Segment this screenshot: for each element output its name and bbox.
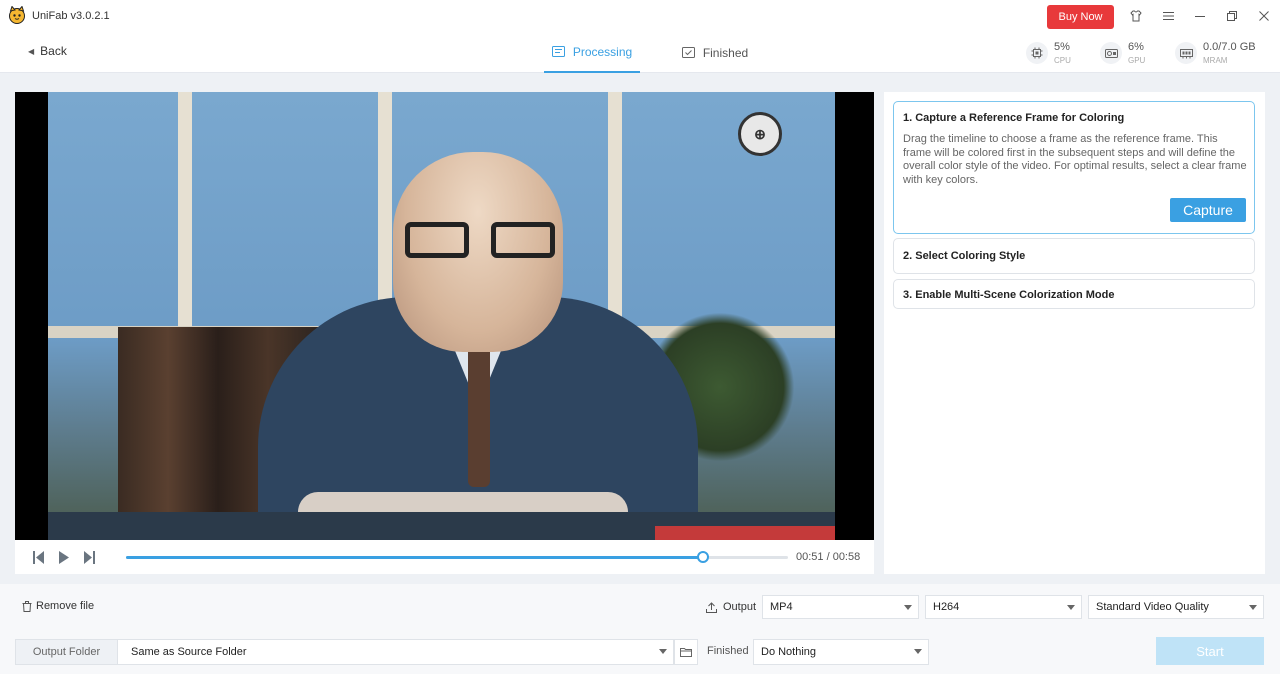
chevron-down-icon bbox=[914, 649, 922, 654]
processing-icon bbox=[551, 46, 565, 57]
next-frame-icon[interactable] bbox=[82, 549, 96, 565]
gpu-stat: 6% GPU bbox=[1100, 36, 1145, 70]
chevron-down-icon bbox=[1067, 605, 1075, 610]
format-select[interactable]: MP4 bbox=[762, 595, 919, 619]
gpu-value: 6% bbox=[1128, 41, 1144, 53]
time-display: 00:51 / 00:58 bbox=[796, 551, 861, 563]
timeline-handle[interactable] bbox=[697, 551, 710, 563]
step-title: 3. Enable Multi-Scene Colorization Mode bbox=[903, 289, 1115, 301]
memory-icon bbox=[1175, 42, 1197, 64]
skin-icon[interactable] bbox=[1126, 6, 1146, 26]
output-label-text: Output bbox=[723, 601, 757, 613]
remove-file-button[interactable]: Remove file bbox=[22, 600, 94, 612]
output-folder-value: Same as Source Folder bbox=[131, 646, 247, 658]
bottom-bar: Remove file Output MP4 H264 Standard Vid… bbox=[0, 584, 1280, 674]
step-description: Drag the timeline to choose a frame as t… bbox=[903, 133, 1247, 186]
hamburger-menu-icon[interactable] bbox=[1158, 6, 1178, 26]
output-folder-label: Output Folder bbox=[15, 639, 118, 665]
cpu-icon bbox=[1026, 42, 1048, 64]
step-capture-reference[interactable]: 1. Capture a Reference Frame for Colorin… bbox=[893, 101, 1255, 234]
nav-bar: ◀ Back Processing Finished 5% CPU 6% GPU… bbox=[0, 32, 1280, 73]
finished-icon bbox=[681, 47, 695, 58]
unifab-cat-logo-icon bbox=[9, 6, 25, 24]
channel-logo-icon: ⊕ bbox=[738, 112, 782, 156]
folder-icon bbox=[680, 648, 692, 657]
app-title: UniFab v3.0.2.1 bbox=[32, 10, 110, 22]
tab-label: Finished bbox=[702, 45, 749, 60]
step-multi-scene-mode[interactable]: 3. Enable Multi-Scene Colorization Mode bbox=[893, 279, 1255, 309]
tab-processing[interactable]: Processing bbox=[544, 32, 640, 73]
step-select-coloring-style[interactable]: 2. Select Coloring Style bbox=[893, 238, 1255, 274]
format-value: MP4 bbox=[770, 601, 793, 613]
timeline-progress bbox=[126, 556, 704, 559]
gpu-icon bbox=[1100, 42, 1122, 64]
output-label: Output bbox=[706, 601, 756, 613]
quality-value: Standard Video Quality bbox=[1096, 601, 1209, 613]
back-button[interactable]: ◀ Back bbox=[28, 44, 67, 58]
video-panel: ⊕ 00:51 / 00:58 bbox=[15, 92, 874, 574]
tab-label: Processing bbox=[572, 44, 633, 59]
play-icon[interactable] bbox=[57, 549, 71, 565]
buy-now-button[interactable]: Buy Now bbox=[1047, 5, 1114, 29]
video-preview[interactable]: ⊕ bbox=[15, 92, 874, 540]
chevron-left-icon: ◀ bbox=[28, 46, 35, 56]
step-title: 1. Capture a Reference Frame for Colorin… bbox=[903, 112, 1125, 124]
player-controls: 00:51 / 00:58 bbox=[15, 540, 874, 574]
tab-finished[interactable]: Finished bbox=[670, 32, 760, 73]
title-bar: UniFab v3.0.2.1 Buy Now bbox=[0, 0, 1280, 32]
codec-value: H264 bbox=[933, 601, 960, 613]
timeline-slider[interactable] bbox=[126, 551, 788, 563]
quality-select[interactable]: Standard Video Quality bbox=[1088, 595, 1264, 619]
mram-stat: 0.0/7.0 GB MRAM bbox=[1175, 36, 1256, 70]
coloring-steps-panel: 1. Capture a Reference Frame for Colorin… bbox=[884, 92, 1265, 574]
upload-icon bbox=[706, 601, 717, 613]
video-frame-image: ⊕ bbox=[48, 92, 835, 540]
minimize-icon[interactable] bbox=[1190, 6, 1210, 26]
chevron-down-icon bbox=[904, 605, 912, 610]
chevron-down-icon bbox=[659, 649, 667, 654]
finished-action-select[interactable]: Do Nothing bbox=[753, 639, 929, 665]
trash-icon bbox=[22, 600, 32, 612]
step-title: 2. Select Coloring Style bbox=[903, 250, 1026, 262]
restore-icon[interactable] bbox=[1222, 6, 1242, 26]
start-button[interactable]: Start bbox=[1156, 637, 1264, 665]
mram-label: MRAM bbox=[1203, 56, 1228, 65]
previous-frame-icon[interactable] bbox=[31, 549, 45, 565]
cpu-stat: 5% CPU bbox=[1026, 36, 1071, 70]
browse-folder-button[interactable] bbox=[674, 639, 698, 665]
mram-value: 0.0/7.0 GB bbox=[1203, 41, 1256, 53]
codec-select[interactable]: H264 bbox=[925, 595, 1082, 619]
capture-button[interactable]: Capture bbox=[1170, 198, 1246, 222]
finished-label: Finished bbox=[707, 645, 749, 657]
cpu-label: CPU bbox=[1054, 56, 1071, 65]
back-label: Back bbox=[40, 44, 67, 58]
output-folder-select[interactable]: Same as Source Folder bbox=[117, 639, 674, 665]
cpu-value: 5% bbox=[1054, 41, 1070, 53]
chevron-down-icon bbox=[1249, 605, 1257, 610]
finished-action-value: Do Nothing bbox=[761, 646, 817, 658]
remove-file-label: Remove file bbox=[36, 600, 95, 612]
gpu-label: GPU bbox=[1128, 56, 1146, 65]
close-icon[interactable] bbox=[1254, 6, 1274, 26]
